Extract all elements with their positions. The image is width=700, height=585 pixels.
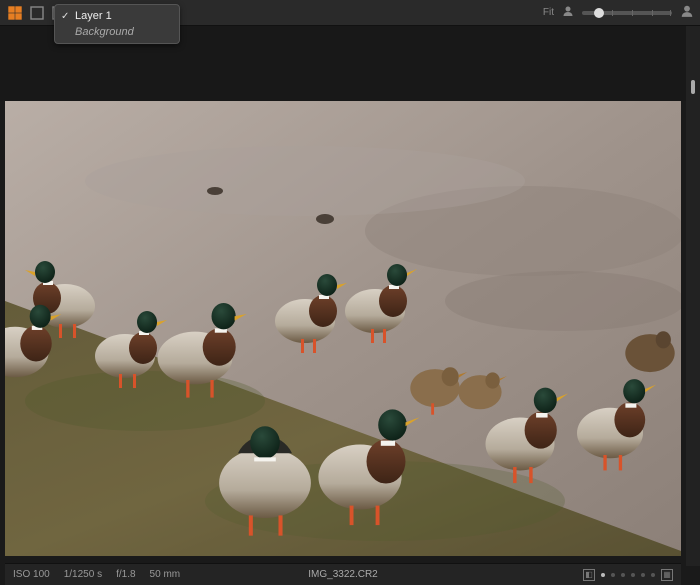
pager-dot[interactable]: [631, 573, 635, 577]
profile-end-icon: [680, 4, 694, 21]
square-left-icon[interactable]: ◧: [583, 569, 595, 581]
pager-dot[interactable]: [621, 573, 625, 577]
meta-shutter: 1/1250 s: [64, 569, 102, 580]
pager-dot[interactable]: [651, 573, 655, 577]
top-toolbar: Fit ✓ Layer 1 Background: [0, 0, 700, 26]
filename-label: IMG_3322.CR2: [308, 569, 377, 580]
image-viewport[interactable]: [5, 101, 681, 556]
canvas-image: [5, 101, 681, 556]
layer-item-layer1[interactable]: ✓ Layer 1: [55, 8, 179, 24]
pager-dot[interactable]: [601, 573, 605, 577]
right-rail[interactable]: [686, 26, 700, 566]
square-right-icon[interactable]: ▦: [661, 569, 673, 581]
fit-label[interactable]: Fit: [543, 7, 554, 18]
pager-dot[interactable]: [611, 573, 615, 577]
meta-iso: ISO 100: [13, 569, 50, 580]
grid-view-button[interactable]: [6, 4, 24, 22]
meta-focal: 50 mm: [150, 569, 181, 580]
layer-label: Background: [75, 26, 134, 38]
layer-label: Layer 1: [75, 10, 112, 22]
profile-start-icon: [562, 5, 574, 20]
pager-dot[interactable]: [641, 573, 645, 577]
layer-dropdown[interactable]: ✓ Layer 1 Background: [54, 4, 180, 44]
zoom-slider-thumb[interactable]: [594, 8, 604, 18]
check-icon: ✓: [61, 11, 71, 22]
meta-aperture: f/1.8: [116, 569, 135, 580]
infobar-right: ◧ ▦: [583, 569, 673, 581]
toolbar-right: Fit: [543, 4, 694, 21]
layer-item-background[interactable]: Background: [55, 24, 179, 40]
single-view-button[interactable]: [28, 4, 46, 22]
zoom-slider[interactable]: [582, 11, 672, 15]
info-bar: ISO 100 1/1250 s f/1.8 50 mm IMG_3322.CR…: [5, 563, 681, 585]
